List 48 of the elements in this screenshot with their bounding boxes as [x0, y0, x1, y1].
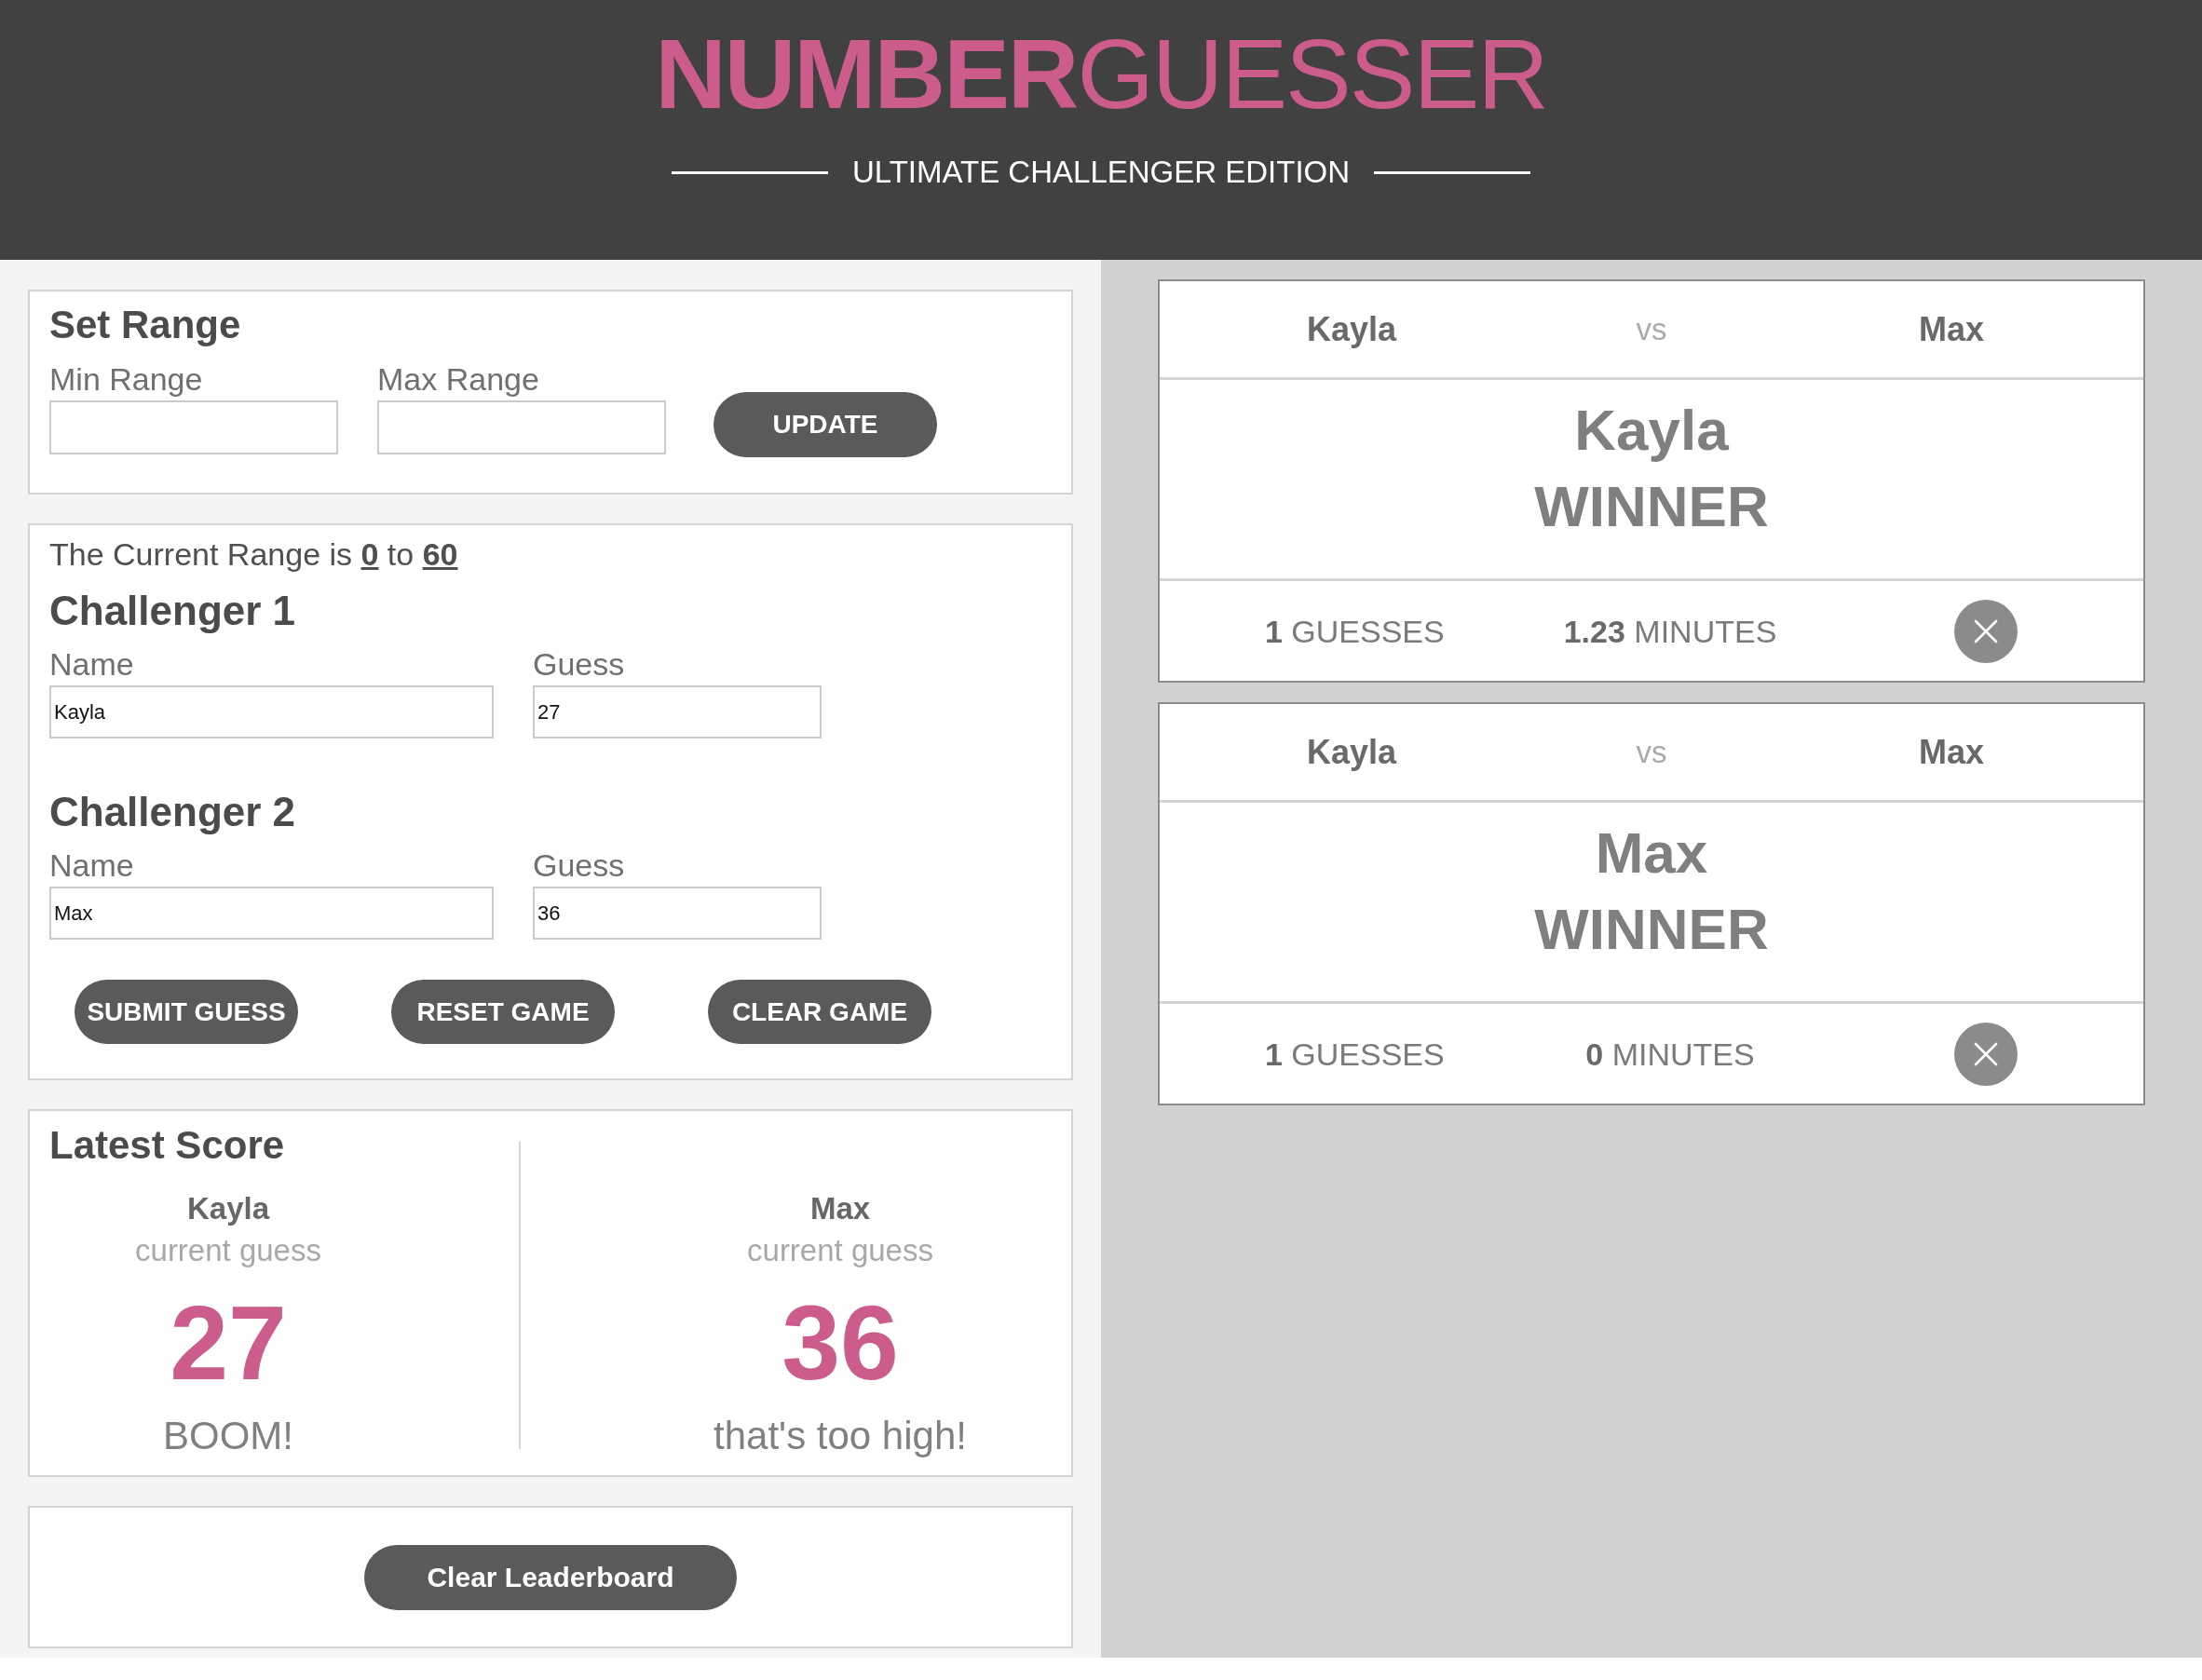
time-taken: 1.23 MINUTES — [1563, 612, 1777, 651]
field-label: Guess — [533, 645, 626, 684]
name-input[interactable]: Kayla — [49, 685, 494, 738]
guess-count: 1 GUESSES — [1264, 612, 1445, 651]
field-label: Guess — [533, 847, 626, 885]
feedback-text: BOOM! — [162, 1413, 294, 1459]
field-label: Name — [49, 847, 135, 885]
guess-caption: current guess — [746, 1232, 934, 1269]
action-button[interactable]: SUBMIT GUESS — [75, 980, 298, 1044]
versus-text: vs — [1636, 733, 1667, 771]
app-subtitle: ULTIMATE CHALLENGER EDITION — [851, 154, 1351, 191]
guess-caption: current guess — [134, 1232, 322, 1269]
player-name: Kayla — [1306, 308, 1397, 350]
time-taken: 0 MINUTES — [1585, 1035, 1755, 1074]
close-icon — [1973, 1041, 1998, 1066]
guess-number: 36 — [781, 1291, 900, 1396]
current-range-text: The Current Range is 0 to 60 — [49, 535, 459, 574]
winner-label: WINNER — [1533, 896, 1770, 963]
winner-name: Kayla — [1573, 397, 1730, 464]
winner-label: WINNER — [1533, 473, 1770, 540]
update-button[interactable]: UPDATE — [714, 392, 937, 457]
field-label: Max Range — [377, 360, 540, 399]
range-input[interactable] — [377, 400, 666, 454]
player-name: Max — [809, 1190, 872, 1227]
guess-input[interactable]: 27 — [533, 685, 822, 738]
player-name: Max — [1919, 731, 1984, 773]
player-name: Max — [1919, 308, 1984, 350]
versus-text: vs — [1636, 310, 1667, 348]
section-title: Latest Score — [49, 1122, 286, 1169]
clear-leaderboard-button[interactable]: Clear Leaderboard — [364, 1545, 737, 1610]
range-input[interactable] — [49, 400, 338, 454]
challenger-title: Challenger 2 — [49, 788, 297, 836]
challenger-title: Challenger 1 — [49, 587, 297, 635]
field-label: Min Range — [49, 360, 204, 399]
guess-count: 1 GUESSES — [1264, 1035, 1445, 1074]
player-name: Kayla — [1306, 731, 1397, 773]
action-button[interactable]: CLEAR GAME — [708, 980, 931, 1044]
app-title: NUMBERGUESSER — [655, 24, 1547, 123]
guess-number: 27 — [169, 1291, 288, 1396]
name-input[interactable]: Max — [49, 887, 494, 940]
close-icon — [1973, 618, 1998, 644]
section-title: Set Range — [49, 302, 242, 348]
player-name: Kayla — [185, 1190, 271, 1227]
field-label: Name — [49, 645, 135, 684]
guess-input[interactable]: 36 — [533, 887, 822, 940]
action-button[interactable]: RESET GAME — [391, 980, 615, 1044]
winner-name: Max — [1594, 820, 1709, 887]
feedback-text: that's too high! — [713, 1413, 968, 1459]
